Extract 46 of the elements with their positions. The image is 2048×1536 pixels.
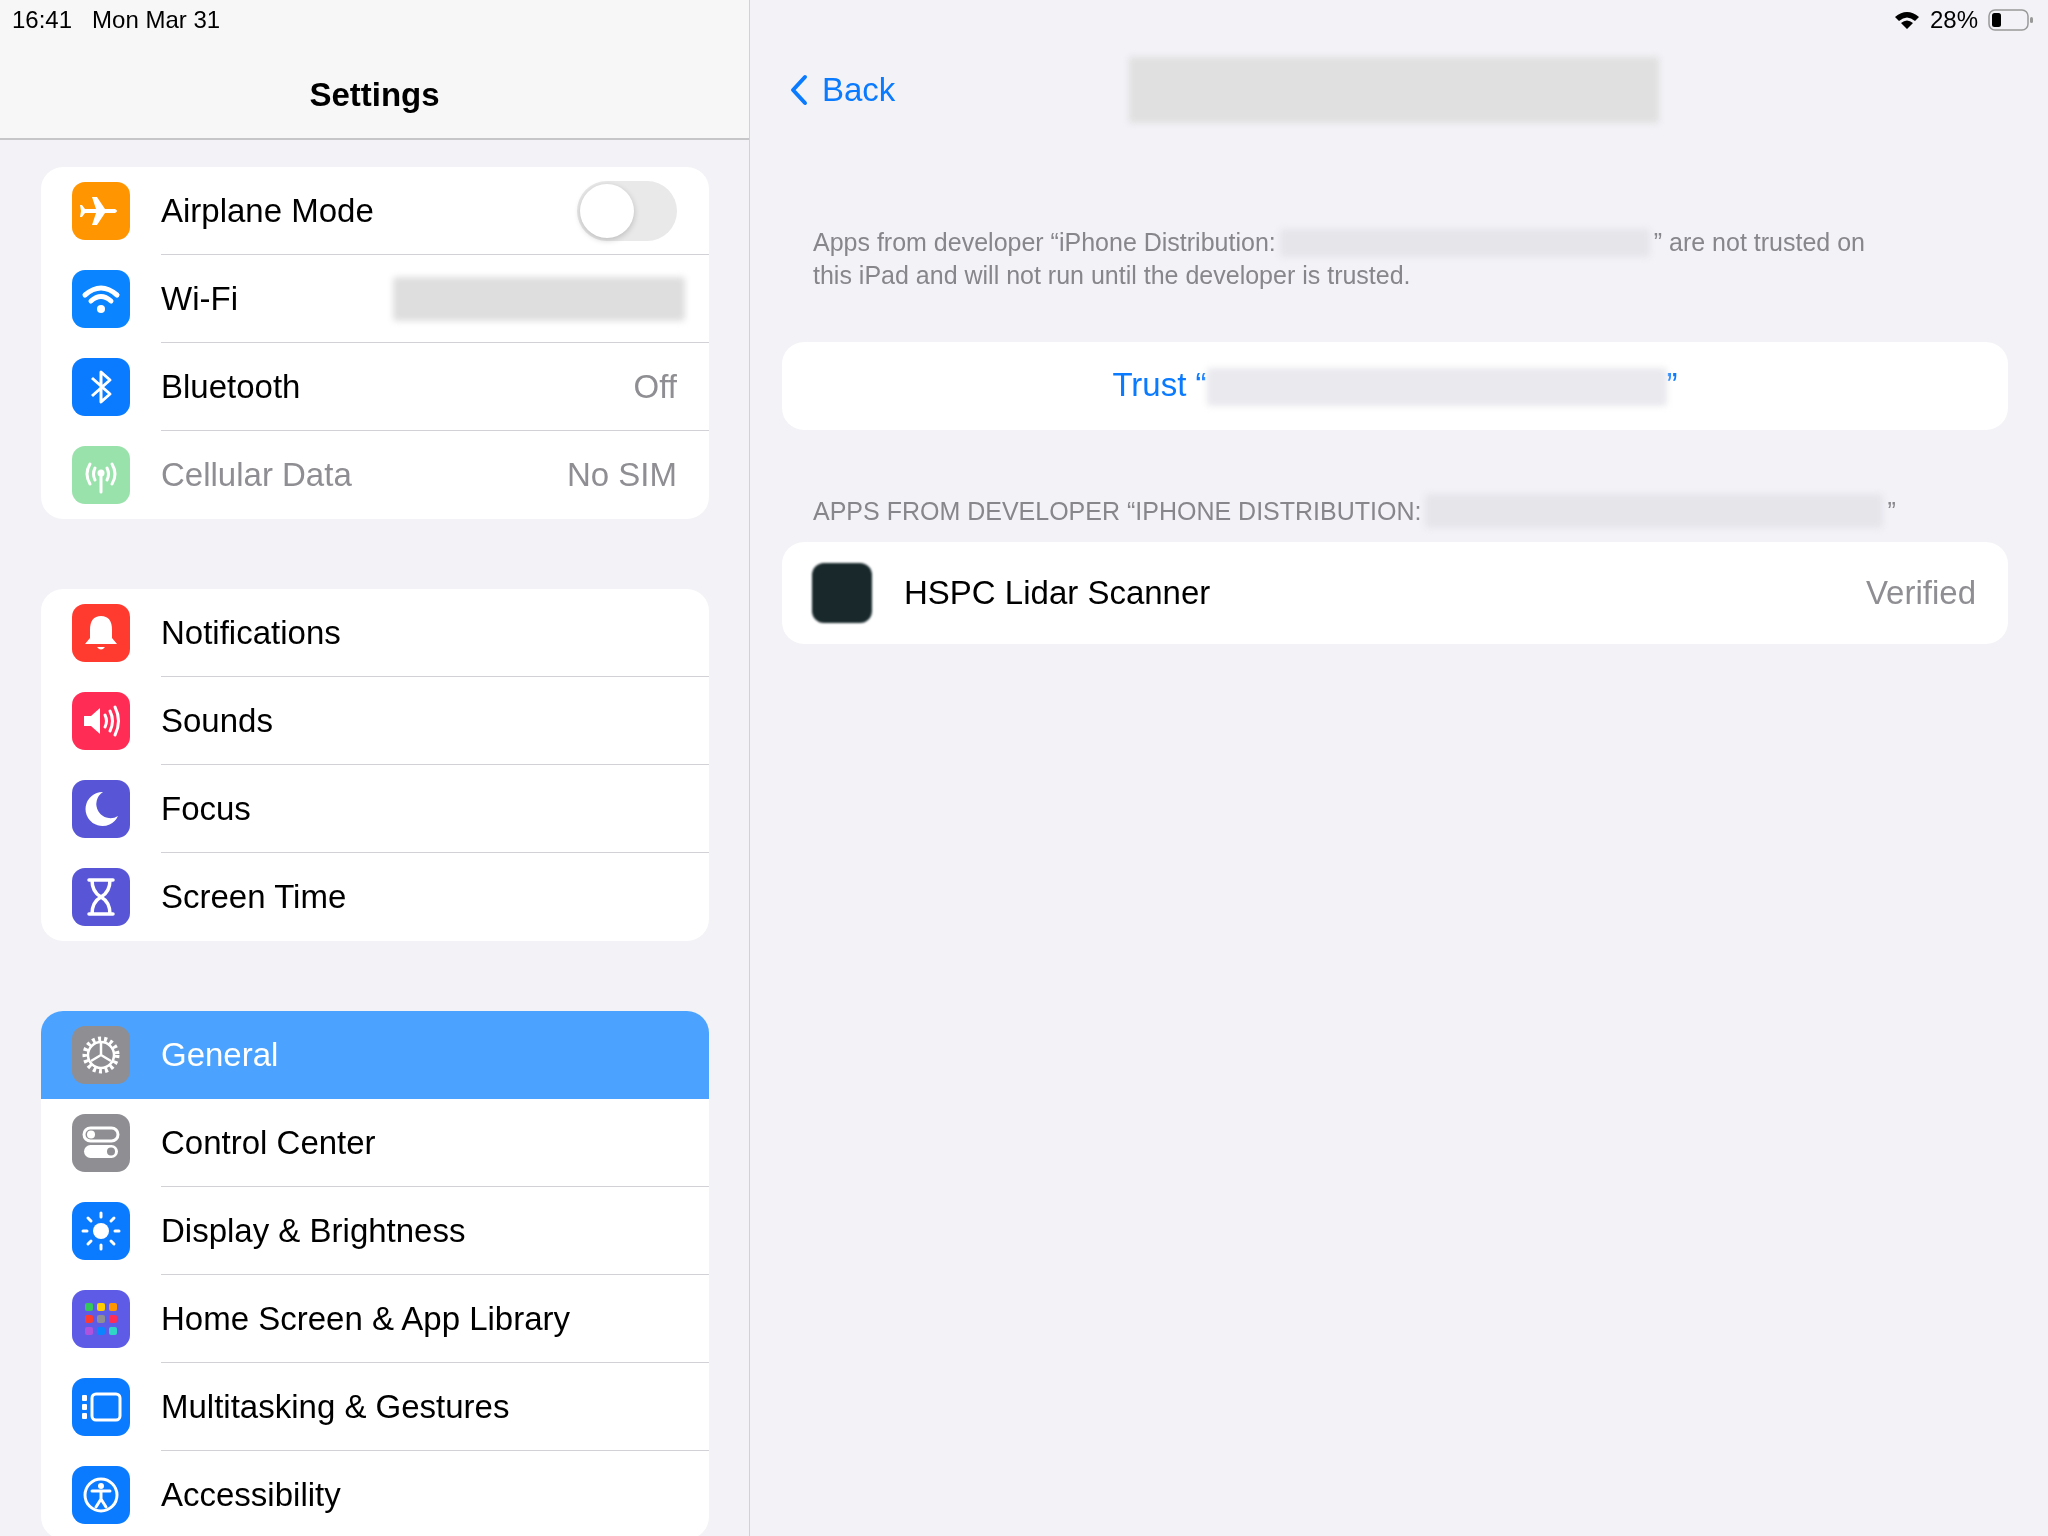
settings-label: Display & Brightness xyxy=(161,1211,467,1250)
settings-row[interactable]: Accessibility xyxy=(41,1451,709,1536)
settings-label: Focus xyxy=(161,789,252,828)
app-status: Verified xyxy=(1865,574,1976,612)
settings-row[interactable]: Sounds xyxy=(41,677,709,765)
settings-label: Wi-Fi xyxy=(161,279,239,318)
settings-label: Notifications xyxy=(161,613,342,652)
settings-label: Sounds xyxy=(161,701,274,740)
settings-row[interactable]: Airplane Mode xyxy=(41,167,709,255)
status-date: Mon Mar 31 xyxy=(92,6,221,35)
settings-row[interactable]: Bluetooth Off xyxy=(41,343,709,431)
settings-value: Off xyxy=(633,367,677,406)
settings-row[interactable]: Wi-Fi xyxy=(41,255,709,343)
sidebar-title: Settings xyxy=(308,75,441,114)
closing-quote: ” xyxy=(1887,496,1896,526)
trust-description: Apps from developer “iPhone Distribution: xyxy=(813,227,1276,258)
trust-description-continued: ” are not trusted on xyxy=(1653,227,1865,258)
settings-row[interactable]: Focus xyxy=(41,765,709,853)
settings-label: Airplane Mode xyxy=(161,191,375,230)
settings-value: No SIM xyxy=(566,456,677,494)
trust-description-line: this iPad and will not run until the developer is trusted. xyxy=(813,260,1412,291)
settings-label: Screen Time xyxy=(161,878,348,916)
wifi-signal-icon xyxy=(1893,10,1920,30)
settings-row[interactable]: Notifications xyxy=(41,589,709,677)
settings-label: Accessibility xyxy=(161,1476,342,1514)
battery-percentage: 28% xyxy=(1929,6,1978,34)
back-button[interactable]: Back xyxy=(782,71,896,109)
settings-label: Cellular Data xyxy=(161,456,353,494)
settings-row[interactable]: Control Center xyxy=(41,1099,709,1187)
settings-label: Control Center xyxy=(161,1123,377,1162)
airplane-mode-toggle[interactable] xyxy=(577,180,677,241)
settings-row[interactable]: Display & Brightness xyxy=(41,1187,709,1275)
status-time: 16:41 xyxy=(12,6,73,35)
section-header: APPS FROM DEVELOPER “IPHONE DISTRIBUTION: xyxy=(813,496,1422,526)
settings-label: Bluetooth xyxy=(161,367,302,406)
settings-row[interactable]: Screen Time xyxy=(41,853,709,941)
settings-label: Home Screen & App Library xyxy=(161,1299,572,1338)
battery-icon xyxy=(1988,9,2034,31)
settings-label: General xyxy=(161,1036,280,1074)
settings-row[interactable]: Home Screen & App Library xyxy=(41,1275,709,1363)
settings-row[interactable]: Multitasking & Gestures xyxy=(41,1363,709,1451)
settings-label: Multitasking & Gestures xyxy=(161,1387,511,1426)
trust-button[interactable]: Trust “ ” xyxy=(782,342,2008,430)
app-icon xyxy=(812,563,872,623)
app-name: HSPC Lidar Scanner xyxy=(904,574,1212,612)
back-chevron-icon xyxy=(790,74,808,106)
